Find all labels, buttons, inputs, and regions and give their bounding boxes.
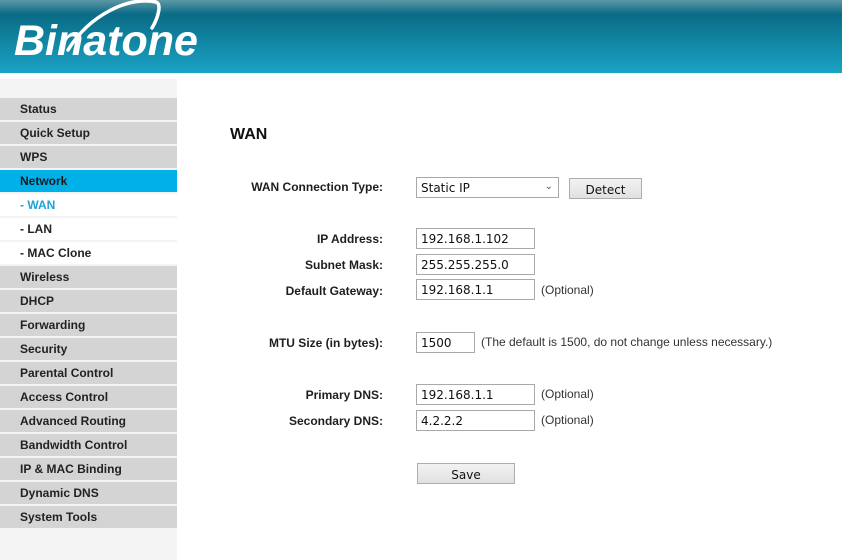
subnet-mask-label: Subnet Mask: <box>304 258 383 272</box>
sidebar-item-access-control[interactable]: Access Control <box>0 386 177 408</box>
sidebar-item-wireless[interactable]: Wireless <box>0 266 177 288</box>
sidebar-subitem-wan[interactable]: - WAN <box>0 194 177 216</box>
sidebar-item-bandwidth-control[interactable]: Bandwidth Control <box>0 434 177 456</box>
wan-connection-type-label: WAN Connection Type: <box>251 180 383 194</box>
save-button[interactable]: Save <box>417 463 515 484</box>
secondary-dns-optional-hint: (Optional) <box>541 413 594 427</box>
secondary-dns-field[interactable]: 4.2.2.2 <box>416 410 535 431</box>
sidebar-item-status[interactable]: Status <box>0 98 177 120</box>
primary-dns-optional-hint: (Optional) <box>541 387 594 401</box>
sidebar-item-network[interactable]: Network <box>0 170 177 192</box>
mtu-size-field[interactable]: 1500 <box>416 332 475 353</box>
brand-logo: Binatone <box>14 17 198 65</box>
sidebar-item-wps[interactable]: WPS <box>0 146 177 168</box>
primary-dns-field[interactable]: 192.168.1.1 <box>416 384 535 405</box>
default-gateway-label: Default Gateway: <box>285 284 383 298</box>
sidebar-subitem-lan[interactable]: - LAN <box>0 218 177 240</box>
default-gateway-field[interactable]: 192.168.1.1 <box>416 279 535 300</box>
sidebar-item-forwarding[interactable]: Forwarding <box>0 314 177 336</box>
sidebar-item-advanced-routing[interactable]: Advanced Routing <box>0 410 177 432</box>
sidebar-item-security[interactable]: Security <box>0 338 177 360</box>
sidebar-item-parental-control[interactable]: Parental Control <box>0 362 177 384</box>
sidebar-item-quick-setup[interactable]: Quick Setup <box>0 122 177 144</box>
default-gateway-optional-hint: (Optional) <box>541 283 594 297</box>
wan-connection-type-value: Static IP <box>421 181 470 195</box>
sidebar-item-system-tools[interactable]: System Tools <box>0 506 177 528</box>
sidebar: Status Quick Setup WPS Network - WAN - L… <box>0 79 177 560</box>
header-banner: Binatone <box>0 0 842 73</box>
wan-connection-type-select[interactable]: Static IP ⌄ <box>416 177 559 198</box>
sidebar-subitem-mac-clone[interactable]: - MAC Clone <box>0 242 177 264</box>
sidebar-menu: Status Quick Setup WPS Network - WAN - L… <box>0 98 177 530</box>
main-content: WAN WAN Connection Type: Static IP ⌄ Det… <box>177 73 842 560</box>
ip-address-label: IP Address: <box>316 232 383 246</box>
chevron-down-icon: ⌄ <box>544 181 553 192</box>
sidebar-item-dynamic-dns[interactable]: Dynamic DNS <box>0 482 177 504</box>
sidebar-item-dhcp[interactable]: DHCP <box>0 290 177 312</box>
sidebar-item-ip-mac-binding[interactable]: IP & MAC Binding <box>0 458 177 480</box>
mtu-size-hint: (The default is 1500, do not change unle… <box>481 335 773 349</box>
ip-address-field[interactable]: 192.168.1.102 <box>416 228 535 249</box>
subnet-mask-field[interactable]: 255.255.255.0 <box>416 254 535 275</box>
secondary-dns-label: Secondary DNS: <box>288 414 383 428</box>
mtu-size-label: MTU Size (in bytes): <box>268 336 383 350</box>
page-title: WAN <box>230 126 268 143</box>
primary-dns-label: Primary DNS: <box>305 388 383 402</box>
detect-button[interactable]: Detect <box>569 178 642 199</box>
